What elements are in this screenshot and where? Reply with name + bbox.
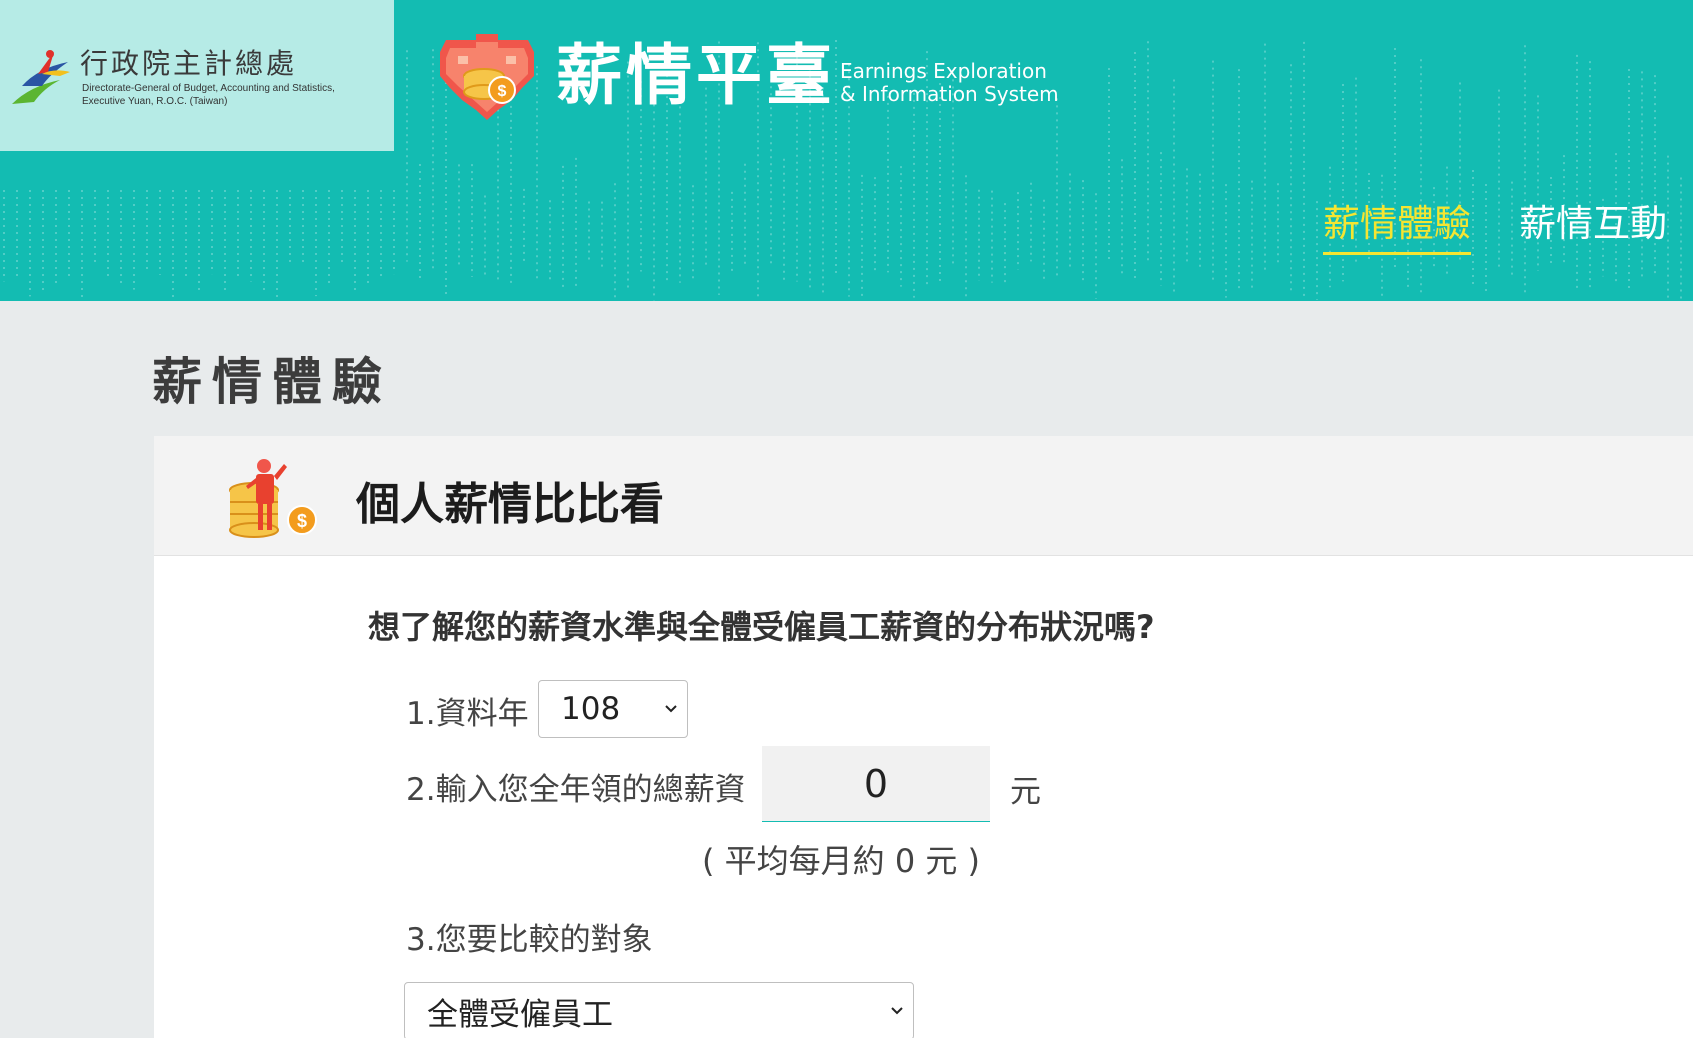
org-logo-icon — [12, 50, 70, 104]
monthly-average-text: ( 平均每月約 0 元 ) — [702, 842, 981, 880]
brand-subtitle-line1: Earnings Exploration — [840, 59, 1047, 83]
salary-compare-card: $ 個人薪情比比看 想了解您的薪資水準與全體受僱員工薪資的分布狀況嗎? 1.資料… — [154, 436, 1693, 1038]
card-title: 個人薪情比比看 — [356, 479, 664, 530]
coin-heart-icon: $ — [440, 34, 534, 120]
org-logo-box[interactable]: 行政院主計總處 Directorate-General of Budget, A… — [0, 0, 394, 151]
year-label: 1.資料年 — [406, 696, 529, 732]
svg-text:$: $ — [297, 511, 307, 531]
compare-target-select[interactable]: 全體受僱員工 — [404, 982, 914, 1038]
org-name-zh: 行政院主計總處 — [80, 47, 298, 80]
main-nav: 薪情體驗 薪情互動 — [1323, 200, 1667, 255]
compare-target-value: 全體受僱員工 — [427, 996, 613, 1033]
brand-subtitle-en: Earnings Exploration & Information Syste… — [840, 60, 1059, 106]
card-header: $ 個人薪情比比看 — [154, 436, 1693, 556]
intro-question: 想了解您的薪資水準與全體受僱員工薪資的分布狀況嗎? — [368, 608, 1155, 646]
page-title: 薪情體驗 — [152, 353, 392, 411]
org-name-en-line1: Directorate-General of Budget, Accountin… — [82, 83, 335, 94]
svg-text:$: $ — [498, 83, 507, 100]
chevron-down-icon — [665, 705, 677, 713]
org-name-en-line2: Executive Yuan, R.O.C. (Taiwan) — [82, 96, 228, 107]
org-name-en: Directorate-General of Budget, Accountin… — [82, 82, 335, 108]
brand-title: 薪情平臺 — [556, 37, 836, 114]
brand-subtitle-line2: & Information System — [840, 82, 1059, 106]
year-select-value: 108 — [561, 691, 621, 727]
year-select[interactable]: 108 — [538, 680, 688, 738]
compare-label: 3.您要比較的對象 — [406, 922, 653, 958]
chevron-down-icon — [891, 1007, 903, 1015]
site-header: 行政院主計總處 Directorate-General of Budget, A… — [0, 0, 1693, 301]
salary-unit: 元 — [1010, 774, 1041, 810]
person-coins-icon: $ — [229, 459, 317, 538]
nav-item-experience[interactable]: 薪情體驗 — [1323, 200, 1471, 255]
nav-item-interaction[interactable]: 薪情互動 — [1519, 200, 1667, 255]
salary-label: 2.輸入您全年領的總薪資 — [406, 772, 746, 808]
salary-input[interactable] — [762, 746, 990, 822]
